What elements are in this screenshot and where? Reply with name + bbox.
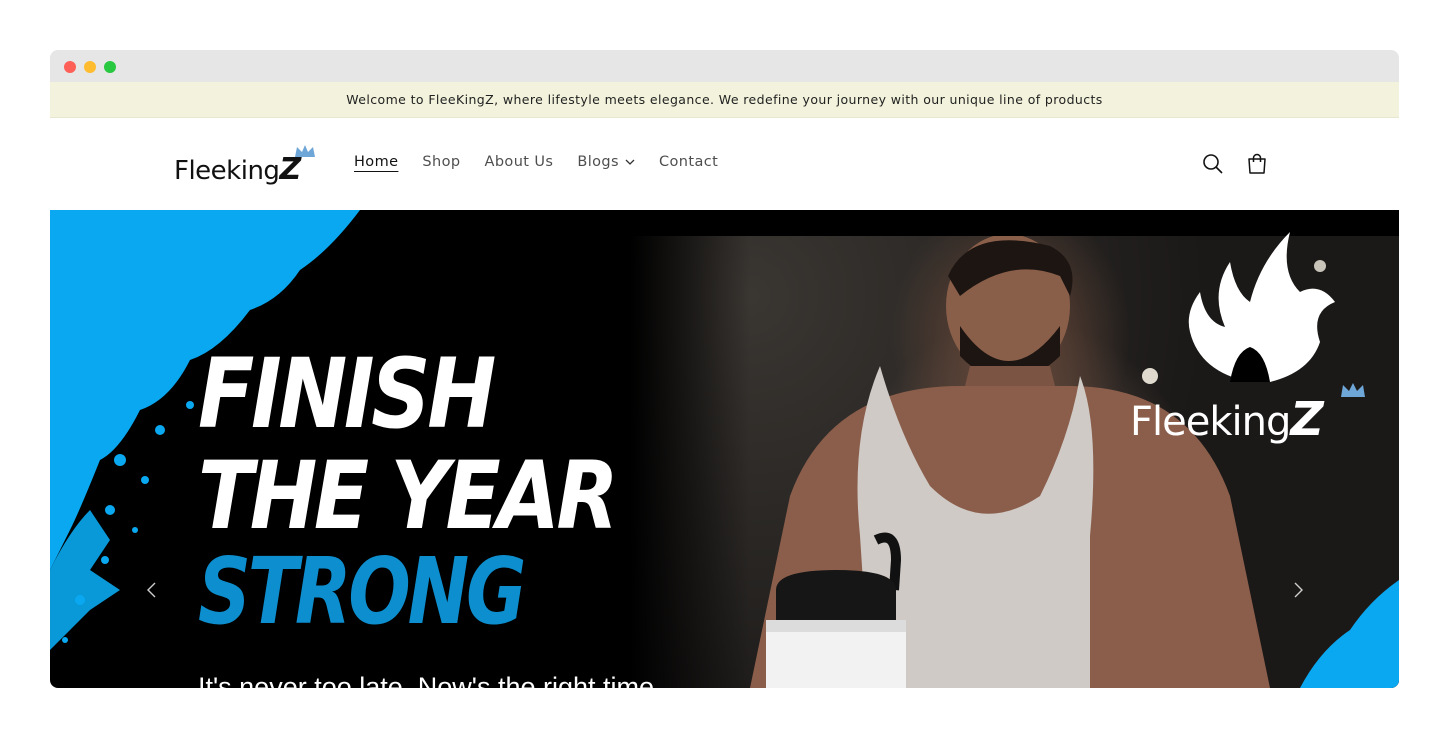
close-window-button[interactable]: [64, 61, 76, 73]
hero-headline: FINISH THE YEAR STRONG: [198, 346, 683, 638]
nav-shop[interactable]: Shop: [422, 154, 460, 170]
announcement-text: Welcome to FleeKingZ, where lifestyle me…: [346, 92, 1103, 107]
nav-blogs[interactable]: Blogs: [577, 154, 635, 170]
logo-wordmark: FleekingZ: [174, 152, 301, 187]
hero-brand-text-z: Z: [1290, 392, 1323, 446]
nav-blogs-label: Blogs: [577, 154, 619, 170]
logo-text-main: Fleeking: [174, 156, 280, 186]
hero-brand-text: FleekingZ: [1130, 392, 1324, 446]
chevron-right-icon[interactable]: [1288, 580, 1308, 600]
crown-icon: [1341, 383, 1365, 397]
flame-logo-icon: [1188, 232, 1335, 382]
main-nav: Home Shop About Us Blogs Contact: [354, 154, 742, 170]
cart-icon[interactable]: [1245, 152, 1269, 176]
hero-subline: It's never too late. Now's the right tim…: [198, 672, 655, 688]
search-icon[interactable]: [1201, 152, 1225, 176]
headline-line-3: STRONG: [198, 538, 526, 645]
minimize-window-button[interactable]: [84, 61, 96, 73]
shaker-bottle: [766, 532, 906, 688]
browser-window: Welcome to FleeKingZ, where lifestyle me…: [50, 50, 1399, 688]
headline-line-1: FINISH: [198, 338, 496, 450]
nav-home[interactable]: Home: [354, 154, 398, 170]
hero-banner[interactable]: FINISH THE YEAR STRONG It's never too la…: [50, 210, 1399, 688]
chevron-down-icon: [625, 159, 635, 165]
maximize-window-button[interactable]: [104, 61, 116, 73]
headline-line-2: THE YEAR: [198, 442, 619, 551]
window-titlebar: [50, 50, 1399, 82]
hero-brand-logo: FleekingZ: [1130, 232, 1370, 446]
site-header: FleekingZ Home Shop About Us Blogs Conta…: [50, 118, 1399, 210]
site-logo[interactable]: FleekingZ: [174, 144, 319, 187]
chevron-left-icon[interactable]: [142, 580, 162, 600]
hero-brand-text-main: Fleeking: [1130, 399, 1291, 445]
crown-icon: [295, 145, 315, 157]
nav-contact[interactable]: Contact: [659, 154, 718, 170]
announcement-bar: Welcome to FleeKingZ, where lifestyle me…: [50, 82, 1399, 118]
nav-about-us[interactable]: About Us: [485, 154, 554, 170]
